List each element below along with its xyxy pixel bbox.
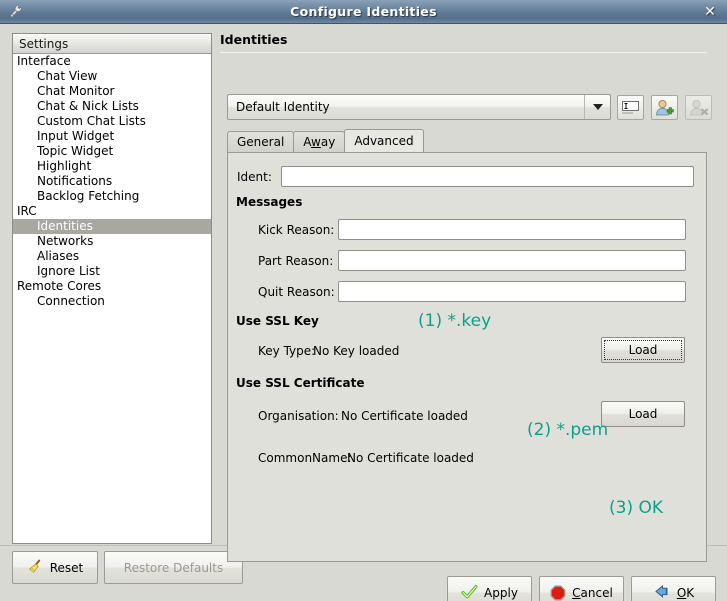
delete-identity-button bbox=[685, 95, 712, 120]
reset-label: Reset bbox=[49, 560, 84, 575]
sidebar-item-notifications[interactable]: Notifications bbox=[13, 174, 211, 189]
configure-identities-window: Configure Identities ✕ Settings Interfac… bbox=[0, 0, 727, 601]
part-reason-input[interactable] bbox=[338, 250, 686, 271]
sidebar-item-chat-view[interactable]: Chat View bbox=[13, 69, 211, 84]
window-title: Configure Identities bbox=[290, 4, 437, 19]
sidebar-item-chat-nick-lists[interactable]: Chat & Nick Lists bbox=[13, 99, 211, 114]
ssl-cert-group-label: Use SSL Certificate bbox=[236, 376, 365, 390]
tab-mnemonic: w bbox=[311, 135, 321, 149]
organisation-value: No Certificate loaded bbox=[341, 409, 468, 423]
tab-away[interactable]: Away bbox=[293, 131, 346, 152]
page-title: Identities bbox=[220, 32, 288, 47]
sidebar-item-ignore-list[interactable]: Ignore List bbox=[13, 264, 211, 279]
add-identity-icon bbox=[655, 99, 674, 117]
identity-combo-value: Default Identity bbox=[236, 100, 330, 114]
commonname-label: CommonName: bbox=[258, 451, 352, 465]
restore-defaults-label: Restore Defaults bbox=[123, 560, 224, 575]
kick-reason-input[interactable] bbox=[338, 219, 686, 240]
annotation-1: (1) *.key bbox=[418, 311, 492, 331]
settings-tree[interactable]: Settings Interface Chat View Chat Monitor C… bbox=[12, 33, 212, 544]
apply-label: Apply bbox=[484, 585, 518, 600]
add-identity-button[interactable] bbox=[651, 95, 678, 120]
sidebar-item-aliases[interactable]: Aliases bbox=[13, 249, 211, 264]
load-ssl-key-button[interactable]: Load bbox=[601, 337, 685, 363]
sidebar-item-irc[interactable]: IRC bbox=[13, 204, 211, 219]
title-divider bbox=[220, 52, 707, 53]
identity-selector-row: Default Identity bbox=[227, 94, 712, 120]
organisation-label: Organisation: bbox=[258, 409, 339, 423]
sidebar-item-highlight[interactable]: Highlight bbox=[13, 159, 211, 174]
annotation-3: (3) OK bbox=[609, 498, 664, 518]
identity-combo[interactable]: Default Identity bbox=[227, 94, 611, 120]
ok-button[interactable]: OK bbox=[631, 576, 716, 601]
blue-enter-arrow-icon bbox=[653, 584, 671, 601]
wrench-icon bbox=[3, 0, 27, 24]
red-stop-icon bbox=[550, 585, 566, 601]
rename-identity-button[interactable] bbox=[617, 95, 644, 120]
kick-reason-label: Kick Reason: bbox=[258, 223, 335, 237]
green-check-icon bbox=[461, 584, 478, 601]
dialog-body: Settings Interface Chat View Chat Monitor C… bbox=[0, 24, 727, 601]
broom-icon bbox=[27, 559, 44, 576]
cancel-button[interactable]: Cancel bbox=[539, 576, 624, 601]
ok-mnemonic: O bbox=[676, 585, 687, 600]
close-icon[interactable]: ✕ bbox=[701, 3, 719, 21]
ident-label: Ident: bbox=[237, 170, 272, 184]
cancel-label-rest: ancel bbox=[580, 585, 613, 600]
sidebar-item-topic-widget[interactable]: Topic Widget bbox=[13, 144, 211, 159]
cancel-label-wrap: Cancel bbox=[572, 586, 613, 600]
messages-group-label: Messages bbox=[236, 195, 303, 209]
ident-input[interactable] bbox=[281, 166, 694, 187]
restore-defaults-button: Restore Defaults bbox=[104, 551, 243, 584]
sidebar-item-interface[interactable]: Interface bbox=[13, 54, 211, 69]
annotation-2: (2) *.pem bbox=[527, 420, 609, 440]
reset-button[interactable]: Reset bbox=[12, 551, 98, 584]
rename-identity-icon bbox=[621, 100, 640, 115]
settings-tree-header: Settings bbox=[13, 34, 211, 54]
sidebar-item-chat-monitor[interactable]: Chat Monitor bbox=[13, 84, 211, 99]
sidebar-item-input-widget[interactable]: Input Widget bbox=[13, 129, 211, 144]
sidebar-item-identities[interactable]: Identities bbox=[13, 219, 211, 234]
ok-label-wrap: OK bbox=[677, 586, 694, 600]
quit-reason-label: Quit Reason: bbox=[258, 285, 335, 299]
identity-tabs: General Away Advanced bbox=[227, 129, 424, 152]
settings-tree-items: Interface Chat View Chat Monitor Chat & Nic… bbox=[13, 54, 211, 309]
sidebar-item-remote-cores[interactable]: Remote Cores bbox=[13, 279, 211, 294]
chevron-down-icon[interactable] bbox=[584, 95, 610, 119]
load-ssl-cert-button[interactable]: Load bbox=[601, 401, 685, 427]
sidebar-item-connection[interactable]: Connection bbox=[13, 294, 211, 309]
tab-advanced[interactable]: Advanced bbox=[344, 129, 424, 152]
ok-label-rest: K bbox=[686, 585, 695, 600]
ssl-key-group-label: Use SSL Key bbox=[236, 314, 319, 328]
sidebar-item-networks[interactable]: Networks bbox=[13, 234, 211, 249]
delete-identity-icon bbox=[689, 99, 708, 117]
key-type-label: Key Type: bbox=[258, 344, 316, 358]
sidebar-item-custom-chat-lists[interactable]: Custom Chat Lists bbox=[13, 114, 211, 129]
cancel-mnemonic: C bbox=[572, 585, 581, 600]
apply-button[interactable]: Apply bbox=[447, 576, 532, 601]
tab-general[interactable]: General bbox=[227, 131, 295, 152]
title-bar: Configure Identities ✕ bbox=[0, 0, 727, 24]
key-type-value: No Key loaded bbox=[313, 344, 400, 358]
commonname-value: No Certificate loaded bbox=[347, 451, 474, 465]
part-reason-label: Part Reason: bbox=[258, 254, 334, 268]
quit-reason-input[interactable] bbox=[338, 281, 686, 302]
sidebar-item-backlog-fetching[interactable]: Backlog Fetching bbox=[13, 189, 211, 204]
